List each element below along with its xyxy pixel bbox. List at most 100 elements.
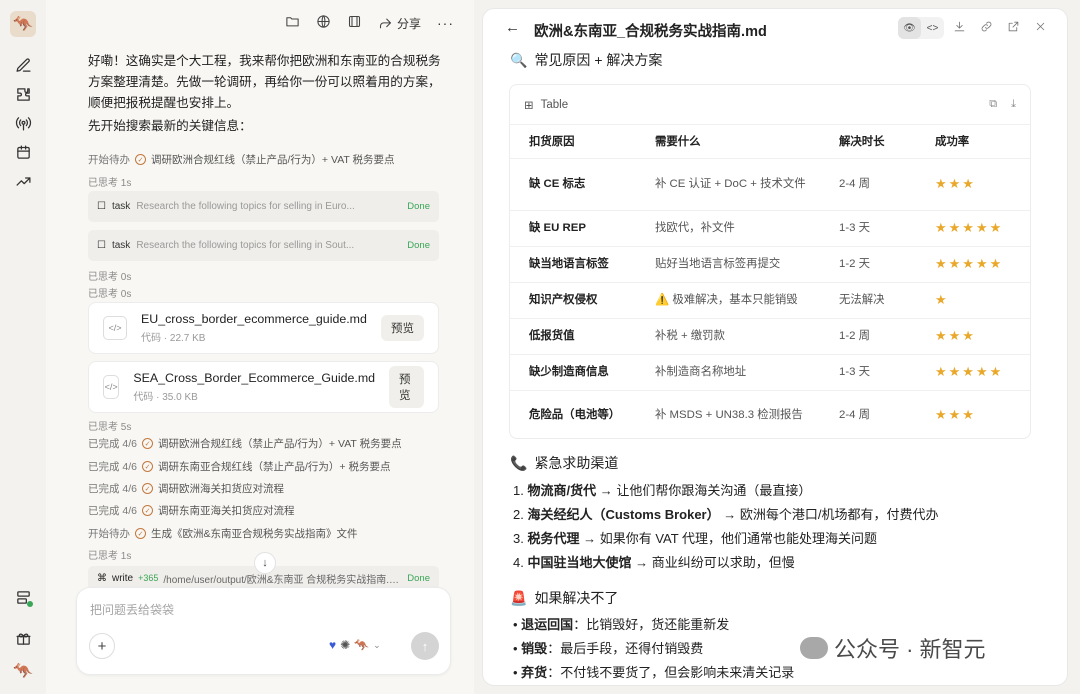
thinking-time: 已思考 1s xyxy=(88,178,132,189)
alarm-icon: 🚨 xyxy=(510,589,528,606)
progress-step: 已完成 4/6 ✓ 调研东南亚合规红线（禁止产品/行为）+ 税务要点 xyxy=(88,461,391,473)
file-card[interactable]: </> EU_cross_border_ecommerce_guide.md 代… xyxy=(88,302,439,354)
list-item: • 退运回国：比销毁好，货还能重新发 xyxy=(513,617,730,632)
code-file-icon: </> xyxy=(103,375,120,399)
progress-step: 已完成 4/6 ✓ 调研欧洲合规红线（禁止产品/行为）+ VAT 税务要点 xyxy=(88,438,402,450)
table-card: ⊞ Table ⧉ ⤓ 扣货原因 需要什么 解决时长 成功率 缺 CE 标志 补… xyxy=(509,84,1031,439)
fallback-list: • 退运回国：比销毁好，货还能重新发 • 销毁：最后手段，还得付销毁费 • 弃货… xyxy=(513,613,794,685)
thinking-time: 已思考 0s xyxy=(88,289,132,300)
chat-toolbar: 分享 ··· xyxy=(285,14,454,32)
chat-input[interactable]: 把问题丢给袋袋 xyxy=(90,601,174,618)
task-call[interactable]: ☐ task Research the following topics for… xyxy=(88,230,439,261)
model-logo-icon: ♥ xyxy=(329,638,337,652)
check-icon: ✓ xyxy=(135,528,146,539)
rating-stars: ★★★★★ xyxy=(935,363,1004,379)
list-item: 2. 海关经纪人（Customs Broker） → 欧洲每个港口/机场都有，付… xyxy=(513,507,939,522)
share-button[interactable]: 分享 xyxy=(378,15,421,32)
kangaroo-model-icon: 🦘 xyxy=(354,638,370,652)
file-meta: 代码 · 35.0 KB xyxy=(133,392,198,403)
globe-icon[interactable] xyxy=(316,14,331,32)
check-icon: ✓ xyxy=(142,505,154,516)
column-header: 需要什么 xyxy=(636,125,820,159)
external-link-icon[interactable] xyxy=(1007,20,1020,38)
more-icon[interactable]: ··· xyxy=(437,15,454,31)
file-card[interactable]: </> SEA_Cross_Border_Ecommerce_Guide.md … xyxy=(88,361,439,413)
task-call[interactable]: ☐ task Research the following topics for… xyxy=(88,191,439,222)
share-icon xyxy=(379,18,392,28)
table-row: 缺 EU REP 找欧代，补文件 1-3 天 ★★★★★ xyxy=(510,210,1030,247)
document-title: 欧洲&东南亚_合规税务实战指南.md xyxy=(534,24,767,40)
sidebar-rail: 🦘 🦘 xyxy=(0,0,46,694)
composer: 把问题丢给袋袋 + ♥ ✺ 🦘 ⌄ ↑ xyxy=(76,587,451,675)
check-icon: ✓ xyxy=(142,438,154,449)
table-toolbar: ⊞ Table ⧉ ⤓ xyxy=(510,85,1030,125)
rating-stars: ★★★ xyxy=(935,327,976,343)
file-name: SEA_Cross_Border_Ecommerce_Guide.md xyxy=(133,371,376,385)
close-icon[interactable] xyxy=(1034,20,1047,38)
new-chat-icon[interactable] xyxy=(13,55,33,75)
trending-icon[interactable] xyxy=(13,171,33,191)
table-row: 缺 CE 标志 补 CE 认证 + DoC + 技术文件 2-4 周 ★★★ xyxy=(510,158,1030,211)
channel-list: 1. 物流商/货代 → 让他们帮你跟海关沟通（最直接） 2. 海关经纪人（Cus… xyxy=(513,479,938,575)
download-icon[interactable] xyxy=(953,20,966,38)
magnifier-icon: 🔍 xyxy=(510,51,528,68)
progress-step: 已完成 4/6 ✓ 调研东南亚海关扣货应对流程 xyxy=(88,505,295,517)
chevron-down-icon: ⌄ xyxy=(373,639,381,650)
list-item: 3. 税务代理 → 如果你有 VAT 代理，他们通常也能处理海关问题 xyxy=(513,531,878,546)
table-label: Table xyxy=(540,98,569,111)
scroll-down-button[interactable]: ↓ xyxy=(254,552,276,574)
section-heading: 🔍 常见原因 + 解决方案 xyxy=(510,51,663,69)
list-item: • 销毁：最后手段，还得付销毁费 xyxy=(513,641,704,656)
code-view-icon[interactable]: <> xyxy=(921,17,944,39)
link-icon[interactable] xyxy=(980,20,993,38)
section-heading: 🚨 如果解决不了 xyxy=(510,589,619,607)
send-button[interactable]: ↑ xyxy=(411,632,439,660)
rating-stars: ★★★ xyxy=(935,175,976,191)
rating-stars: ★ xyxy=(935,291,949,307)
column-header: 扣货原因 xyxy=(510,125,636,159)
assistant-intro: 好嘞！这确实是个大工程，我来帮你把欧洲和东南亚的合规税务方案整理清楚。先做一轮调… xyxy=(88,54,441,110)
plugin-icon[interactable] xyxy=(13,84,33,104)
preview-eye-icon[interactable]: 👁 xyxy=(898,17,921,39)
list-item: 4. 中国驻当地大使馆 → 商业纠纷可以求助，但慢 xyxy=(513,555,795,570)
file-name: EU_cross_border_ecommerce_guide.md xyxy=(141,312,367,326)
table-row: 知识产权侵权 ⚠️ 极难解决，基本只能销毁 无法解决 ★ xyxy=(510,282,1030,319)
openai-icon: ✺ xyxy=(340,638,351,652)
chat-panel: 分享 ··· 好嘞！这确实是个大工程，我来帮你把欧洲和东南亚的合规税务方案整理清… xyxy=(46,0,474,694)
robot-icon: ☐ xyxy=(97,240,106,251)
table-row: 缺少制造商信息 补制造商名称地址 1-3 天 ★★★★★ xyxy=(510,354,1030,391)
column-header: 解决时长 xyxy=(820,125,916,159)
server-icon[interactable] xyxy=(13,587,33,607)
progress-step: 开始待办 ✓ 生成《欧洲&东南亚合规税务实战指南》文件 xyxy=(88,528,358,540)
file-meta: 代码 · 22.7 KB xyxy=(141,333,206,344)
code-file-icon: </> xyxy=(103,316,127,340)
download-icon[interactable]: ⤓ xyxy=(1011,98,1016,111)
list-item: 1. 物流商/货代 → 让他们帮你跟海关沟通（最直接） xyxy=(513,483,812,498)
table-row: 缺当地语言标签 贴好当地语言标签再提交 1-2 天 ★★★★★ xyxy=(510,246,1030,283)
thinking-time: 已思考 5s xyxy=(88,422,132,433)
check-icon: ✓ xyxy=(142,483,154,494)
column-header: 成功率 xyxy=(916,125,1030,159)
copy-icon[interactable]: ⧉ xyxy=(989,98,997,111)
view-toggle[interactable]: 👁 <> xyxy=(898,17,944,39)
document-actions xyxy=(953,20,1047,38)
model-selector[interactable]: ♥ ✺ 🦘 ⌄ xyxy=(329,638,381,652)
folder-icon[interactable] xyxy=(285,14,300,32)
add-attachment-button[interactable]: + xyxy=(89,633,115,659)
app-logo[interactable]: 🦘 xyxy=(10,11,36,37)
rating-stars: ★★★★★ xyxy=(935,219,1004,235)
todo-step: 开始待办 ✓ 调研欧洲合规红线（禁止产品/行为）+ VAT 税务要点 xyxy=(88,154,395,166)
preview-button[interactable]: 预览 xyxy=(389,366,424,408)
gift-icon[interactable] xyxy=(13,628,33,648)
film-icon[interactable] xyxy=(347,14,362,32)
thinking-time: 已思考 0s xyxy=(88,272,132,283)
broadcast-icon[interactable] xyxy=(13,113,33,133)
preview-button[interactable]: 预览 xyxy=(381,315,424,341)
section-heading: 📞 紧急求助渠道 xyxy=(510,454,619,472)
share-label: 分享 xyxy=(396,16,421,31)
rating-stars: ★★★★★ xyxy=(935,255,1004,271)
back-arrow-icon[interactable]: ← xyxy=(505,19,520,36)
phone-icon: 📞 xyxy=(510,454,528,471)
avatar[interactable]: 🦘 xyxy=(10,658,36,684)
calendar-icon[interactable] xyxy=(13,142,33,162)
